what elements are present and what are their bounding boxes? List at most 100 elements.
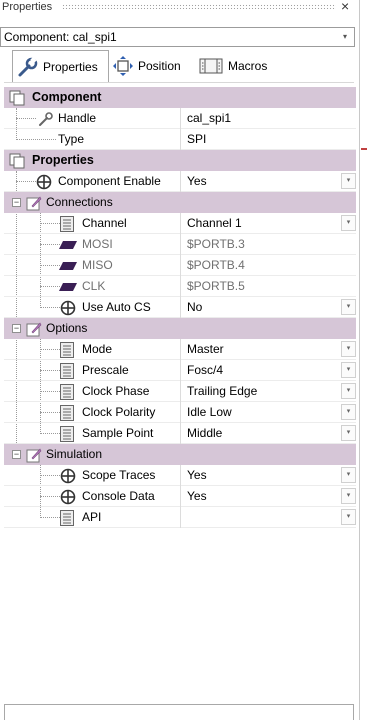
prop-channel-value[interactable]: Channel 1 ▾ [180,213,356,234]
prop-clock-phase[interactable]: Clock Phase Trailing Edge ▾ [4,381,356,402]
panel-titlebar[interactable]: Properties × [0,0,360,14]
prop-mode-value-text: Master [187,342,224,356]
prop-mode[interactable]: Mode Master ▾ [4,339,356,360]
prop-clock-polarity[interactable]: Clock Polarity Idle Low ▾ [4,402,356,423]
chevron-down-icon[interactable]: ▾ [341,467,356,483]
prop-channel[interactable]: Channel Channel 1 ▾ [4,213,356,234]
tab-properties[interactable]: Properties [12,50,109,83]
drag-grip[interactable] [62,4,336,9]
pin-icon [59,283,77,291]
tree-branch [40,412,60,413]
component-selector[interactable]: Component: cal_spi1 ▾ [0,27,355,47]
chevron-down-icon[interactable]: ▾ [341,362,356,378]
prop-miso-value[interactable]: $PORTB.4 [180,255,356,276]
tree-branch [16,181,36,182]
prop-mosi[interactable]: MOSI $PORTB.3 [4,234,356,255]
subcategory-connections-label: Connections [46,195,113,209]
tab-macros-label: Macros [228,59,268,73]
subcategory-simulation[interactable]: − Simulation [4,444,356,465]
prop-miso[interactable]: MISO $PORTB.4 [4,255,356,276]
wrench-icon [18,56,38,77]
tree-branch [40,475,60,476]
prop-mode-value[interactable]: Master ▾ [180,339,356,360]
tree-branch [40,349,60,350]
prop-component-enable[interactable]: Component Enable Yes ▾ [4,171,356,192]
tab-macros[interactable]: Macros [198,50,267,82]
category-properties[interactable]: Properties [4,150,356,171]
prop-api-value[interactable]: ▾ [180,507,356,528]
chevron-down-icon[interactable]: ▾ [341,425,356,441]
prop-clock-polarity-value[interactable]: Idle Low ▾ [180,402,356,423]
crosshair-icon [36,174,52,190]
list-icon [60,384,74,400]
prop-sample-point-value-text: Middle [187,426,223,440]
chevron-down-icon[interactable]: ▾ [341,404,356,420]
prop-sample-point-name: Sample Point [82,426,154,440]
category-component-label: Component [32,90,102,104]
prop-console-data-value[interactable]: Yes ▾ [180,486,356,507]
panel-title: Properties [2,1,53,13]
prop-scope-traces-value[interactable]: Yes ▾ [180,465,356,486]
description-pane [4,704,354,720]
edit-icon [26,322,42,337]
prop-sample-point-value[interactable]: Middle ▾ [180,423,356,444]
prop-handle-name: Handle [58,111,97,125]
category-component[interactable]: Component [4,87,356,108]
prop-use-auto-cs-value[interactable]: No ▾ [180,297,356,318]
tree-branch [40,517,60,518]
chevron-down-icon[interactable]: ▾ [336,28,354,46]
prop-api[interactable]: API ▾ [4,507,356,528]
prop-component-enable-value[interactable]: Yes ▾ [180,171,356,192]
prop-type[interactable]: Type SPI [4,129,356,150]
crosshair-icon [60,489,76,505]
subcategory-options[interactable]: − Options [4,318,356,339]
subcategory-connections[interactable]: − Connections [4,192,356,213]
prop-prescale[interactable]: Prescale Fosc/4 ▾ [4,360,356,381]
tab-position[interactable]: Position [112,50,181,82]
prop-clock-polarity-value-text: Idle Low [187,405,232,419]
chevron-down-icon[interactable]: ▾ [341,299,356,315]
subcategory-simulation-label: Simulation [46,447,103,461]
prop-clock-phase-value[interactable]: Trailing Edge ▾ [180,381,356,402]
panel-splitter[interactable] [359,0,360,720]
prop-clk-name: CLK [82,279,106,293]
prop-console-data[interactable]: Console Data Yes ▾ [4,486,356,507]
chevron-down-icon[interactable]: ▾ [341,509,356,525]
prop-mode-name: Mode [82,342,113,356]
chevron-down-icon[interactable]: ▾ [341,341,356,357]
prop-type-value[interactable]: SPI [180,129,356,150]
category-properties-label: Properties [32,153,94,167]
chevron-down-icon[interactable]: ▾ [341,488,356,504]
prop-channel-value-text: Channel 1 [187,216,242,230]
prop-use-auto-cs-value-text: No [187,300,203,314]
list-icon [60,363,74,379]
edit-icon [26,196,42,211]
prop-handle-value-text: cal_spi1 [187,111,232,125]
prop-mosi-name: MOSI [82,237,113,251]
tab-position-label: Position [138,59,181,73]
close-icon[interactable]: × [341,0,349,13]
collapse-icon[interactable]: − [12,198,21,207]
chevron-down-icon[interactable]: ▾ [341,215,356,231]
collapse-icon[interactable]: − [12,324,21,333]
prop-mosi-value[interactable]: $PORTB.3 [180,234,356,255]
prop-sample-point[interactable]: Sample Point Middle ▾ [4,423,356,444]
prop-handle-value[interactable]: cal_spi1 [180,108,356,129]
prop-scope-traces[interactable]: Scope Traces Yes ▾ [4,465,356,486]
prop-clock-phase-value-text: Trailing Edge [187,384,258,398]
subcategory-options-label: Options [46,321,88,335]
collapse-icon[interactable]: − [12,450,21,459]
list-icon [60,510,74,526]
prop-handle[interactable]: Handle cal_spi1 [4,108,356,129]
prop-prescale-value[interactable]: Fosc/4 ▾ [180,360,356,381]
tree-branch [40,370,60,371]
tree-branch [40,286,60,287]
macros-icon [199,58,223,74]
prop-clk[interactable]: CLK $PORTB.5 [4,276,356,297]
chevron-down-icon[interactable]: ▾ [341,173,356,189]
prop-clk-value[interactable]: $PORTB.5 [180,276,356,297]
prop-scope-traces-name: Scope Traces [82,468,156,482]
prop-use-auto-cs[interactable]: Use Auto CS No ▾ [4,297,356,318]
prop-mosi-value-text: $PORTB.3 [187,237,245,251]
chevron-down-icon[interactable]: ▾ [341,383,356,399]
